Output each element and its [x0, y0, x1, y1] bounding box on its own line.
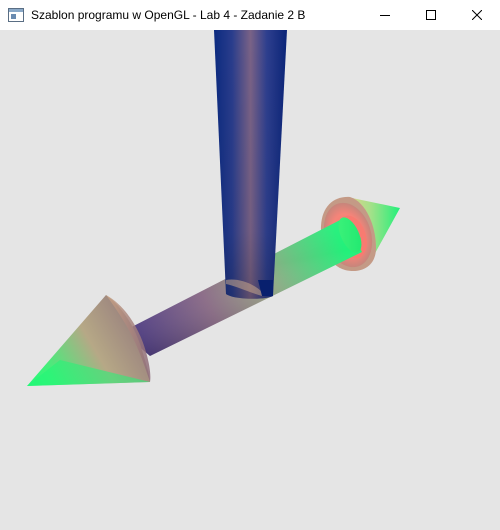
opengl-window: Szablon programu w OpenGL - Lab 4 - Zada… [0, 0, 500, 530]
window-title: Szablon programu w OpenGL - Lab 4 - Zada… [31, 8, 306, 22]
minimize-button[interactable] [362, 0, 408, 30]
minimize-icon [380, 15, 390, 16]
maximize-button[interactable] [408, 0, 454, 30]
maximize-icon [426, 10, 436, 20]
opengl-viewport[interactable] [0, 30, 500, 530]
close-icon [472, 10, 482, 20]
title-bar[interactable]: Szablon programu w OpenGL - Lab 4 - Zada… [0, 0, 500, 30]
window-app-icon[interactable] [8, 8, 24, 22]
rendered-scene [0, 30, 500, 530]
close-button[interactable] [454, 0, 500, 30]
